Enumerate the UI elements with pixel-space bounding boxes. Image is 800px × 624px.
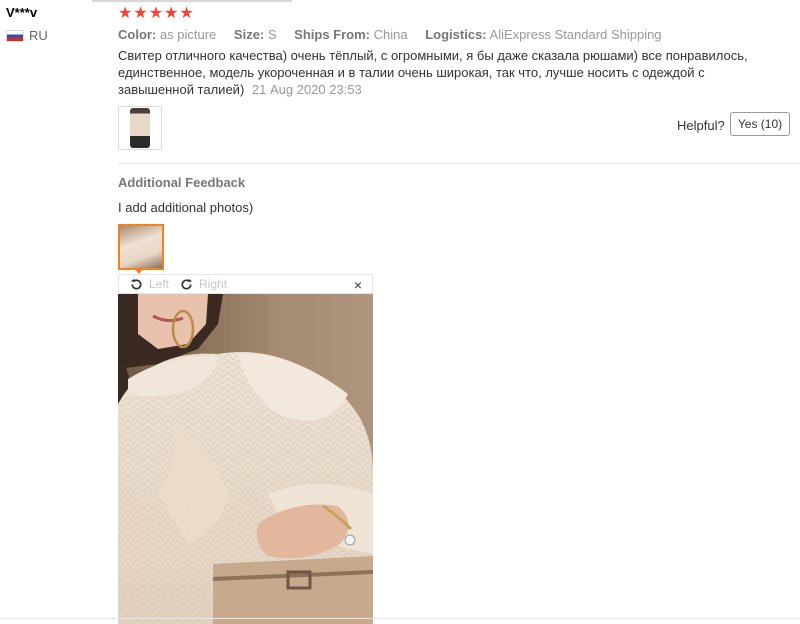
- additional-photo-thumbnail[interactable]: [118, 224, 164, 270]
- rotate-right-button[interactable]: Right: [179, 277, 227, 292]
- additional-feedback-title: Additional Feedback: [118, 175, 246, 190]
- russia-flag-icon: [6, 29, 24, 42]
- star-icon: ★: [179, 5, 194, 22]
- country-code: RU: [29, 28, 48, 43]
- rotate-left-button[interactable]: Left: [129, 277, 169, 292]
- rotate-left-label: Left: [149, 277, 170, 291]
- star-icon: ★: [118, 5, 133, 22]
- helpful-label: Helpful?: [677, 118, 725, 133]
- close-icon[interactable]: ×: [354, 277, 362, 293]
- helpful-yes-button[interactable]: Yes (10): [730, 112, 790, 136]
- star-icon: ★: [133, 5, 148, 22]
- phone-photo-image: [130, 108, 150, 148]
- rotate-right-label: Right: [199, 277, 228, 291]
- additional-feedback-text: I add additional photos): [118, 200, 254, 215]
- enlarged-review-photo: [118, 294, 373, 624]
- color-info: Color: as picture: [118, 27, 217, 42]
- star-rating: ★ ★ ★ ★ ★: [118, 6, 195, 22]
- sweater-photo-illustration: [118, 294, 373, 624]
- bottom-divider: [0, 618, 800, 619]
- rotate-left-icon: [130, 278, 142, 290]
- photo-viewer-toolbar: Left Right ×: [118, 274, 373, 294]
- review-photo-thumbnail[interactable]: [118, 106, 162, 150]
- review-text: Свитер отличного качества) очень тёплый,…: [118, 47, 778, 98]
- divider: [118, 163, 800, 164]
- size-info: Size: S: [233, 27, 277, 42]
- review-date: 21 Aug 2020 23:53: [251, 82, 362, 97]
- buyer-name: V***v: [6, 5, 38, 20]
- review-body: Свитер отличного качества) очень тёплый,…: [118, 48, 748, 97]
- top-tab-indicator: [92, 0, 292, 2]
- star-icon: ★: [164, 5, 179, 22]
- order-info: Color: as picture Size: S Ships From: Ch…: [118, 27, 676, 42]
- rotate-right-icon: [181, 278, 193, 290]
- buyer-country: RU: [6, 28, 48, 43]
- logistics-info: Logistics: AliExpress Standard Shipping: [425, 27, 662, 42]
- ships-from-info: Ships From: China: [294, 27, 408, 42]
- star-icon: ★: [148, 5, 164, 22]
